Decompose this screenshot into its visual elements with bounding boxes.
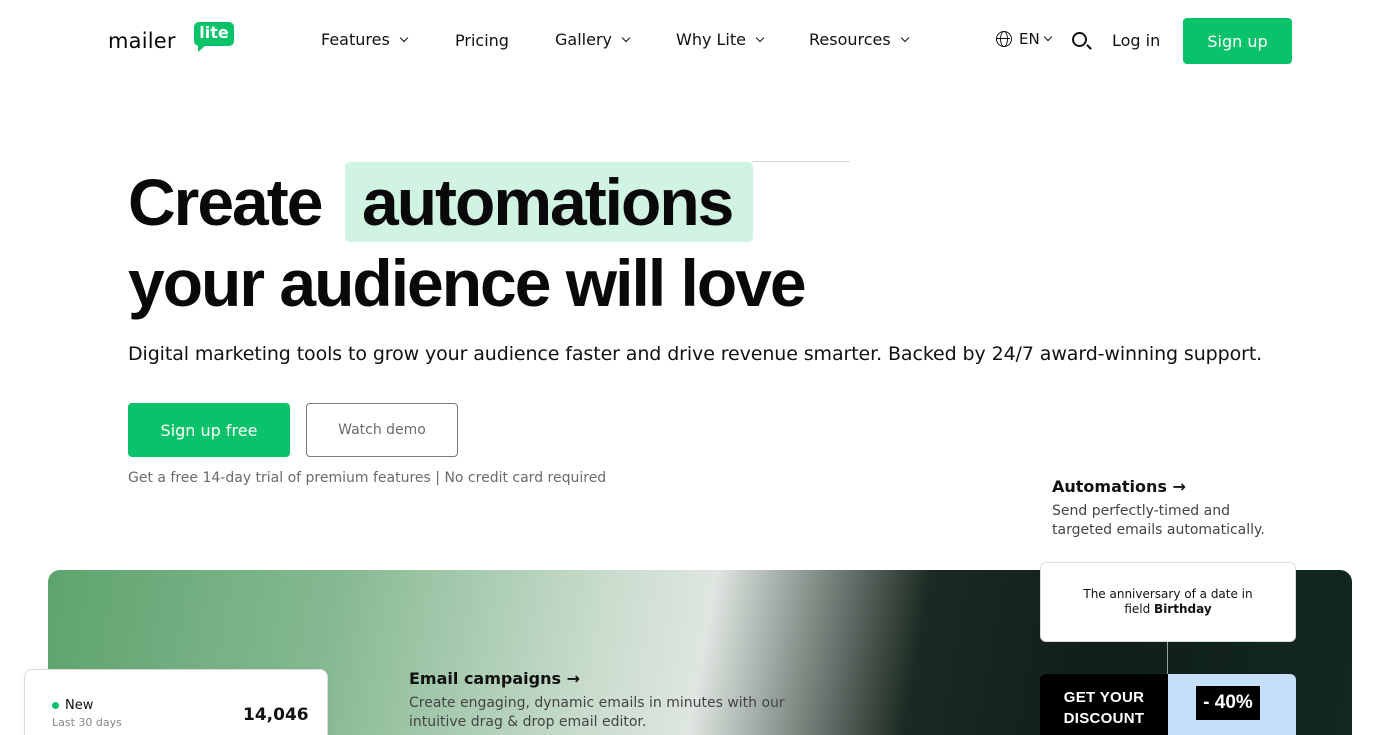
decorative-line — [752, 161, 850, 162]
nav-pricing-label: Pricing — [455, 31, 509, 50]
trigger-text-line2: field Birthday — [1124, 602, 1212, 616]
automation-trigger-card: The anniversary of a date in field Birth… — [1040, 562, 1296, 642]
globe-icon — [996, 31, 1012, 47]
nav-why-lite-label: Why Lite — [676, 30, 746, 49]
language-label: EN — [1019, 30, 1040, 48]
stat-period: Last 30 days — [52, 716, 122, 729]
discount-line2: DISCOUNT — [1063, 710, 1145, 727]
status-dot — [52, 702, 59, 709]
email-campaigns-description: Create engaging, dynamic emails in minut… — [409, 695, 785, 730]
signup-free-button[interactable]: Sign up free — [128, 403, 290, 457]
stat-label: New — [65, 698, 94, 713]
nav-pricing[interactable]: Pricing — [455, 31, 509, 50]
hero-title-prefix: Create — [128, 165, 323, 239]
discount-card: GET YOUR DISCOUNT - 40% — [1040, 674, 1296, 735]
chevron-down-icon — [900, 33, 909, 42]
stat-value: 14,046 — [243, 705, 309, 725]
discount-line1: GET YOUR — [1063, 689, 1145, 706]
hero-subtitle: Digital marketing tools to grow your aud… — [128, 343, 1263, 365]
nav-resources[interactable]: Resources — [809, 30, 909, 49]
discount-text: GET YOUR DISCOUNT — [1040, 674, 1168, 735]
trigger-text-line1: The anniversary of a date in — [1083, 587, 1253, 601]
search-icon[interactable] — [1072, 32, 1087, 47]
discount-badge-area: - 40% — [1168, 674, 1296, 735]
signup-button[interactable]: Sign up — [1183, 18, 1292, 64]
nav-features-label: Features — [321, 30, 390, 49]
nav-gallery[interactable]: Gallery — [555, 30, 631, 49]
nav-gallery-label: Gallery — [555, 30, 612, 49]
hero-title-highlight: automations — [362, 165, 734, 239]
chevron-down-icon — [1043, 32, 1052, 42]
trial-note: Get a free 14-day trial of premium featu… — [128, 470, 607, 486]
logo-badge: lite — [194, 22, 234, 52]
trigger-field-name: Birthday — [1154, 602, 1212, 616]
nav-why-lite[interactable]: Why Lite — [676, 30, 765, 49]
discount-badge: - 40% — [1196, 686, 1260, 720]
email-campaigns-link[interactable]: Email campaigns → — [409, 669, 580, 688]
connector-line — [1167, 642, 1168, 674]
nav-features[interactable]: Features — [321, 30, 409, 49]
nav-resources-label: Resources — [809, 30, 891, 49]
logo-wordmark: mailer — [108, 29, 176, 53]
subscriber-stat-card: New Last 30 days 14,046 — [24, 669, 328, 735]
language-selector[interactable]: EN — [996, 30, 1052, 48]
hero-title-line2: your audience will love — [128, 246, 807, 320]
watch-demo-button[interactable]: Watch demo — [306, 403, 458, 457]
chevron-down-icon — [755, 33, 765, 42]
automations-link[interactable]: Automations → — [1052, 477, 1186, 496]
login-link[interactable]: Log in — [1112, 31, 1160, 50]
chevron-down-icon — [399, 33, 409, 42]
chevron-down-icon — [621, 33, 631, 42]
automations-description: Send perfectly-timed and targeted emails… — [1052, 503, 1265, 538]
